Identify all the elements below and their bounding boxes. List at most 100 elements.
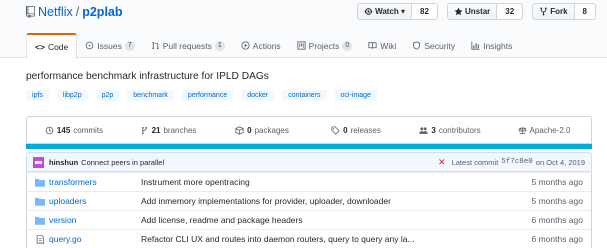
releases-link[interactable]: 0 releases xyxy=(309,126,403,135)
license-link[interactable]: Apache-2.0 xyxy=(497,126,591,135)
law-icon xyxy=(517,126,527,134)
commit-author-link[interactable]: hinshun xyxy=(49,158,78,167)
tab-insights-label: Insights xyxy=(483,40,513,51)
tab-code[interactable]: <> Code xyxy=(26,33,78,59)
branches-label: branches xyxy=(163,125,197,135)
file-list: transformers Instrument more opentracing… xyxy=(26,172,592,248)
topic-tag[interactable]: docker xyxy=(241,90,275,101)
topic-tag[interactable]: containers xyxy=(282,90,327,101)
star-icon xyxy=(454,7,463,16)
file-row: version Add license, readme and package … xyxy=(27,210,591,229)
file-age: 6 months ago xyxy=(531,215,583,225)
projects-count-badge: 0 xyxy=(342,40,353,51)
folder-icon xyxy=(27,216,49,225)
tab-insights[interactable]: Insights xyxy=(463,33,520,58)
file-age: 6 months ago xyxy=(531,234,583,244)
people-icon xyxy=(419,126,429,134)
topic-tag[interactable]: benchmark xyxy=(127,90,174,101)
topic-tag[interactable]: p2p xyxy=(95,90,120,101)
latest-commit-label: Latest commit xyxy=(451,157,499,167)
repo-header: Netflix / p2plab Watch ▾ 82 Unstar 32 Fo… xyxy=(0,0,607,59)
issue-icon xyxy=(85,41,94,50)
contributors-link[interactable]: 3 contributors xyxy=(403,126,497,135)
packages-label: packages xyxy=(254,125,289,135)
license-label: Apache-2.0 xyxy=(529,125,571,135)
tab-security[interactable]: Security xyxy=(404,33,463,58)
file-age: 5 months ago xyxy=(531,196,583,206)
packages-count: 0 xyxy=(247,125,252,135)
file-icon xyxy=(27,234,49,244)
fork-group: Fork 8 xyxy=(532,3,596,20)
play-icon xyxy=(241,41,250,50)
tab-issues[interactable]: Issues 7 xyxy=(77,33,142,58)
file-name-link[interactable]: uploaders xyxy=(49,196,141,206)
language-bar[interactable] xyxy=(26,144,592,149)
tab-wiki[interactable]: Wiki xyxy=(360,33,404,58)
code-icon: <> xyxy=(35,42,45,52)
folder-icon xyxy=(27,197,49,206)
topic-tag[interactable]: oci-image xyxy=(334,90,377,101)
repo-owner-link[interactable]: Netflix xyxy=(38,5,73,19)
avatar[interactable] xyxy=(33,156,44,168)
commit-meta: ✕ Latest commit 5f7c8e0 on Oct 4, 2019 xyxy=(438,157,585,168)
tab-actions[interactable]: Actions xyxy=(233,33,289,58)
file-name-link[interactable]: query.go xyxy=(49,234,141,244)
latest-commit-bar: hinshun Connect peers in parallel ✕ Late… xyxy=(26,152,592,172)
topic-tag[interactable]: libp2p xyxy=(56,90,88,101)
commits-count: 145 xyxy=(56,125,71,135)
fork-button[interactable]: Fork xyxy=(532,3,575,20)
tab-code-label: Code xyxy=(47,42,69,52)
fork-count[interactable]: 8 xyxy=(574,3,596,20)
file-commit-message-link[interactable]: Add inmemory implementations for provide… xyxy=(141,196,521,206)
pull-request-icon xyxy=(152,41,159,50)
fork-label: Fork xyxy=(550,7,568,16)
repo-nav-tabs: <> Code Issues 7 Pull requests 1 Actions… xyxy=(26,33,520,59)
watch-count[interactable]: 82 xyxy=(412,3,438,20)
commit-message-link[interactable]: Connect peers in parallel xyxy=(81,158,164,167)
topic-list: ipfs libp2p p2p benchmark performance do… xyxy=(26,90,377,101)
tab-issues-label: Issues xyxy=(97,40,122,51)
watch-group: Watch ▾ 82 xyxy=(357,3,438,20)
commit-date: on Oct 4, 2019 xyxy=(535,157,585,167)
file-commit-message-link[interactable]: Refactor CLI UX and routes into daemon r… xyxy=(141,234,521,244)
releases-label: releases xyxy=(350,125,381,135)
repo-icon xyxy=(26,6,35,18)
tab-projects[interactable]: Projects 0 xyxy=(289,33,361,58)
file-row: transformers Instrument more opentracing… xyxy=(27,172,591,191)
project-icon xyxy=(297,41,306,50)
repo-name-link[interactable]: p2plab xyxy=(82,5,122,19)
file-row: query.go Refactor CLI UX and routes into… xyxy=(27,229,591,248)
packages-link[interactable]: 0 packages xyxy=(215,126,309,135)
failed-status-icon[interactable]: ✕ xyxy=(438,157,446,168)
tab-security-label: Security xyxy=(424,40,456,51)
shield-icon xyxy=(413,41,421,50)
eye-icon xyxy=(364,8,373,15)
commit-sha-link[interactable]: 5f7c8e0 xyxy=(501,158,533,166)
commits-link[interactable]: 145 commits xyxy=(27,126,121,135)
topic-tag[interactable]: ipfs xyxy=(26,90,49,101)
file-name-link[interactable]: transformers xyxy=(49,177,141,187)
contributors-count: 3 xyxy=(431,125,436,135)
branch-icon xyxy=(141,126,147,134)
tab-projects-label: Projects xyxy=(308,40,340,51)
issues-count-badge: 7 xyxy=(124,40,135,51)
file-commit-message-link[interactable]: Add license, readme and package headers xyxy=(141,215,521,225)
unstar-button[interactable]: Unstar xyxy=(446,3,498,20)
commits-label: commits xyxy=(73,125,104,135)
tab-wiki-label: Wiki xyxy=(380,40,397,51)
tag-icon xyxy=(331,125,340,135)
tab-actions-label: Actions xyxy=(252,40,281,51)
contributors-label: contributors xyxy=(438,125,481,135)
star-count[interactable]: 32 xyxy=(497,3,524,20)
file-name-link[interactable]: version xyxy=(49,215,141,225)
watch-label: Watch ▾ xyxy=(375,7,406,16)
topic-tag[interactable]: performance xyxy=(181,90,234,101)
file-commit-message-link[interactable]: Instrument more opentracing xyxy=(141,177,521,187)
pull-requests-count-badge: 1 xyxy=(214,40,225,51)
file-age: 5 months ago xyxy=(531,177,583,187)
tab-pull-requests[interactable]: Pull requests 1 xyxy=(143,33,233,58)
watch-button[interactable]: Watch ▾ xyxy=(357,3,413,20)
history-icon xyxy=(45,126,54,134)
fork-icon xyxy=(540,7,547,16)
branches-link[interactable]: 21 branches xyxy=(121,126,215,135)
